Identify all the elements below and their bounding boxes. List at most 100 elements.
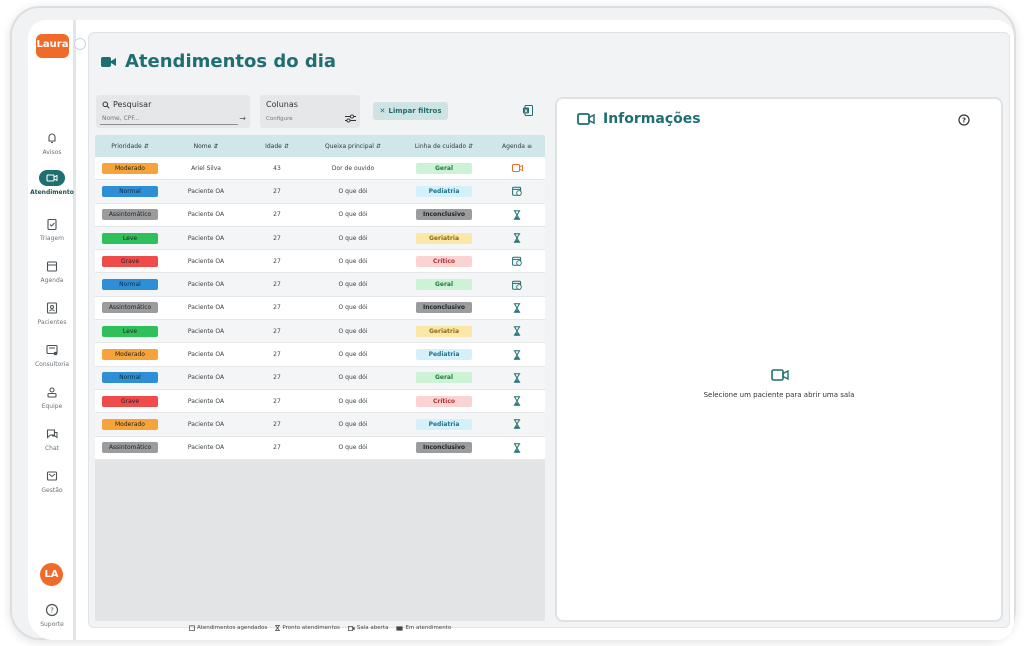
search-label-row: Pesquisar (102, 100, 151, 109)
table-cell: Inconclusivo (399, 442, 489, 454)
cell-name: Paciente OA (187, 304, 225, 312)
table-cell: Leve (95, 325, 165, 337)
columns-config[interactable]: Colunas Configure (260, 95, 360, 128)
sidebar-item-atendimento[interactable]: Atendimento (28, 170, 76, 196)
table-cell: Paciente OA (165, 444, 247, 451)
table-cell: 27 (247, 351, 307, 358)
column-header-label: Prioridade (111, 142, 142, 150)
excel-export-icon[interactable]: x (523, 105, 533, 116)
column-header[interactable]: Idade ⇵ (247, 143, 307, 150)
table-cell: O que dói (307, 235, 399, 242)
app-screen: Laura Avisos Atendimento Triagem Agenda Paci… (28, 20, 1014, 640)
table-row[interactable]: Normal Paciente OA 27 O que dói Pediatria (95, 180, 545, 204)
sidebar-item-chat[interactable]: Chat (28, 426, 76, 452)
calendar-clock-icon[interactable] (512, 280, 522, 290)
sidebar-item-pacientes[interactable]: Pacientes (28, 300, 76, 326)
table-cell (489, 256, 545, 267)
sidebar-item-triagem[interactable]: Triagem (28, 216, 76, 242)
svg-text:?: ? (962, 117, 966, 125)
video-open-icon[interactable] (511, 164, 523, 173)
sidebar-item-avisos[interactable]: Avisos (28, 130, 76, 156)
hourglass-icon[interactable] (513, 210, 521, 220)
table-cell: 27 (247, 188, 307, 195)
care-line-badge: Crítico (416, 395, 472, 407)
calendar-clock-icon[interactable] (512, 186, 522, 197)
table-cell: Pediatria (399, 349, 489, 361)
info-title: Informações (577, 111, 701, 127)
window-dot[interactable] (74, 38, 86, 50)
column-header[interactable]: Prioridade ⇵ (95, 143, 165, 150)
table-row[interactable]: Grave Paciente OA 27 O que dói Crítico (95, 250, 545, 274)
cell-complaint: O que dói (338, 444, 368, 452)
cell-complaint: O que dói (338, 211, 368, 219)
table-cell: O que dói (307, 281, 399, 288)
table-row[interactable]: Grave Paciente OA 27 O que dói Crítico (95, 389, 545, 414)
table-cell (489, 373, 545, 383)
calendar-clock-icon[interactable] (512, 256, 522, 267)
cell-age: 27 (273, 187, 281, 195)
column-header[interactable]: Linha de cuidado ⇵ (399, 143, 489, 150)
bell-icon (48, 133, 56, 144)
help-icon[interactable]: ? (958, 114, 970, 126)
sidebar-item-suporte[interactable]: ? Suporte (28, 602, 76, 628)
hourglass-icon[interactable] (513, 303, 521, 313)
table-row[interactable]: Leve Paciente OA 27 O que dói Geriatria (95, 226, 545, 251)
sidebar-item-equipe[interactable]: Equipe (28, 384, 76, 410)
table-cell: 27 (247, 444, 307, 451)
hourglass-icon[interactable] (513, 443, 521, 453)
cell-complaint: O que dói (338, 374, 368, 382)
table-row[interactable]: Assintomático Paciente OA 27 O que dói Incon… (95, 203, 545, 227)
sidebar-item-consultoria[interactable]: Consultoria (28, 342, 76, 368)
search-field[interactable]: Pesquisar → (96, 95, 250, 128)
hourglass-icon[interactable] (513, 233, 521, 243)
table-cell: Crítico (399, 255, 489, 267)
column-header-label: Linha de cuidado (414, 142, 467, 150)
table-cell: Ariel Silva (165, 165, 247, 172)
hourglass-icon (275, 625, 281, 631)
table-row[interactable]: Assintomático Paciente OA 27 O que dói Incon… (95, 436, 545, 460)
table-row[interactable]: Normal Paciente OA 27 O que dói Geral (95, 273, 545, 297)
hourglass-icon[interactable] (513, 419, 521, 430)
table-row[interactable]: Moderado Paciente OA 27 O que dói Pediatria (95, 413, 545, 437)
table-row[interactable]: Normal Paciente OA 27 O que dói Geral (95, 366, 545, 390)
table-cell: Dor de ouvido (307, 165, 399, 172)
table-row[interactable]: Assintomático Paciente OA 27 O que dói Incon… (95, 296, 545, 321)
cell-name: Paciente OA (187, 351, 225, 359)
table-cell: Inconclusivo (399, 302, 489, 314)
priority-badge: Normal (102, 185, 158, 197)
table-cell: Paciente OA (165, 351, 247, 358)
cell-age: 27 (273, 374, 281, 382)
table-cell: Paciente OA (165, 398, 247, 405)
user-avatar[interactable]: LA (40, 563, 63, 586)
table-cell: Geriatria (399, 325, 489, 337)
sidebar-item-gestao[interactable]: Gestão (28, 468, 76, 494)
column-header[interactable]: Agenda ≡ (489, 143, 545, 150)
arrow-right-icon[interactable]: → (239, 114, 246, 123)
sidebar-item-label: Atendimento (30, 189, 74, 196)
app-logo[interactable]: Laura (36, 34, 69, 58)
search-label: Pesquisar (113, 100, 152, 109)
table-cell (489, 164, 545, 173)
column-header[interactable]: Queixa principal ⇵ (307, 143, 399, 150)
hourglass-icon[interactable] (513, 326, 521, 336)
sliders-icon[interactable] (345, 114, 356, 123)
table-row[interactable]: Moderado Ariel Silva 43 Dor de ouvido Geral (95, 157, 545, 181)
hourglass-icon[interactable] (513, 396, 521, 406)
sort-icon: ⇵ (283, 142, 289, 150)
care-line-badge: Crítico (416, 255, 472, 267)
column-header[interactable]: Nome ⇵ (165, 143, 247, 150)
table-cell: Normal (95, 372, 165, 384)
cell-complaint: O que dói (338, 281, 368, 289)
table-row[interactable]: Leve Paciente OA 27 O que dói Geriatria (95, 320, 545, 344)
hourglass-icon[interactable] (513, 373, 521, 383)
clear-filters-button[interactable]: ✕ Limpar filtros (373, 102, 448, 120)
hourglass-icon[interactable] (513, 349, 521, 360)
cell-name: Paciente OA (187, 234, 225, 242)
table-row[interactable]: Moderado Paciente OA 27 O que dói Pediatria (95, 343, 545, 367)
table-cell: O que dói (307, 374, 399, 381)
table-cell: Pediatria (399, 185, 489, 197)
care-line-badge: Pediatria (416, 418, 472, 430)
table-cell (489, 303, 545, 313)
search-input[interactable] (100, 113, 238, 125)
sidebar-item-agenda[interactable]: Agenda (28, 258, 76, 284)
